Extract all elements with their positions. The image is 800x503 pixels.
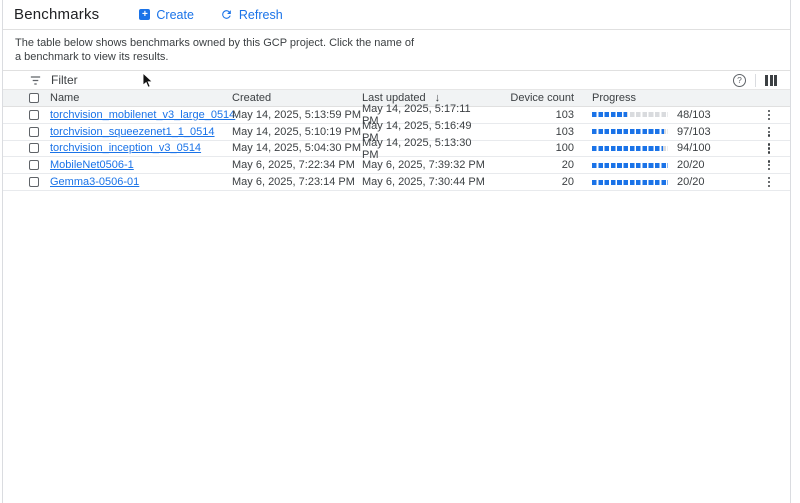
row-actions-menu-icon[interactable] — [765, 141, 773, 155]
column-header-device-count[interactable]: Device count — [486, 92, 574, 104]
row-actions-menu-icon[interactable] — [765, 108, 773, 122]
description-line-1: The table below shows benchmarks owned b… — [15, 36, 790, 50]
refresh-button-label: Refresh — [239, 8, 283, 22]
row-checkbox-cell — [3, 177, 50, 187]
row-device-count: 100 — [486, 142, 574, 154]
row-device-count: 103 — [486, 109, 574, 121]
description-line-2: a benchmark to view its results. — [15, 50, 790, 64]
progress-label: 97/103 — [677, 126, 711, 138]
filter-icon — [29, 74, 42, 87]
create-button[interactable]: + Create — [139, 8, 194, 22]
progress-bar — [592, 129, 668, 134]
plus-icon: + — [139, 9, 150, 20]
help-icon[interactable]: ? — [733, 74, 746, 87]
row-updated: May 14, 2025, 5:13:30 PM — [362, 137, 486, 161]
header-checkbox-cell — [3, 93, 50, 103]
row-device-count: 20 — [486, 176, 574, 188]
column-header-progress: Progress — [592, 92, 636, 104]
progress-label: 20/20 — [677, 159, 705, 171]
row-actions-menu-icon[interactable] — [765, 175, 773, 189]
row-progress-cell: 48/103 — [592, 109, 711, 121]
page-description: The table below shows benchmarks owned b… — [3, 30, 790, 71]
progress-label: 94/100 — [677, 142, 711, 154]
row-checkbox[interactable] — [29, 160, 39, 170]
page-header: Benchmarks + Create Refresh — [3, 0, 790, 30]
page-title: Benchmarks — [14, 6, 99, 23]
progress-label: 20/20 — [677, 176, 705, 188]
column-header-name[interactable]: Name — [50, 92, 232, 104]
benchmarks-page: Benchmarks + Create Refresh The table be… — [2, 0, 791, 503]
create-button-label: Create — [156, 8, 194, 22]
row-name-link[interactable]: MobileNet0506-1 — [50, 159, 134, 171]
row-actions-menu-icon[interactable] — [765, 125, 773, 139]
filter-button[interactable]: Filter — [29, 73, 78, 87]
row-checkbox-cell — [3, 110, 50, 120]
progress-fill — [592, 163, 668, 168]
progress-bar — [592, 180, 668, 185]
progress-fill — [592, 129, 664, 134]
refresh-icon — [220, 8, 233, 21]
row-device-count: 20 — [486, 159, 574, 171]
progress-fill — [592, 180, 668, 185]
row-checkbox-cell — [3, 127, 50, 137]
table-body: torchvision_mobilenet_v3_large_0514 May … — [3, 107, 790, 191]
row-name-link[interactable]: torchvision_squeezenet1_1_0514 — [50, 126, 215, 138]
row-name-link[interactable]: torchvision_mobilenet_v3_large_0514 — [50, 109, 235, 121]
select-all-checkbox[interactable] — [29, 93, 39, 103]
progress-bar — [592, 146, 668, 151]
help-glyph: ? — [737, 75, 742, 85]
row-created: May 14, 2025, 5:04:30 PM — [232, 142, 362, 154]
row-device-count: 103 — [486, 126, 574, 138]
row-checkbox[interactable] — [29, 127, 39, 137]
row-checkbox[interactable] — [29, 110, 39, 120]
row-created: May 6, 2025, 7:23:14 PM — [232, 176, 362, 188]
row-updated: May 6, 2025, 7:30:44 PM — [362, 176, 486, 188]
progress-label: 48/103 — [677, 109, 711, 121]
table-row: Gemma3-0506-01 May 6, 2025, 7:23:14 PM M… — [3, 174, 790, 191]
header-actions: + Create Refresh — [139, 8, 282, 22]
row-checkbox-cell — [3, 143, 50, 153]
row-created: May 14, 2025, 5:10:19 PM — [232, 126, 362, 138]
row-checkbox-cell — [3, 160, 50, 170]
column-settings-icon[interactable] — [765, 75, 777, 86]
progress-bar — [592, 112, 668, 117]
row-progress-cell: 97/103 — [592, 126, 711, 138]
progress-bar — [592, 163, 668, 168]
row-progress-cell: 20/20 — [592, 159, 705, 171]
row-progress-cell: 20/20 — [592, 176, 705, 188]
row-actions-menu-icon[interactable] — [765, 158, 773, 172]
progress-fill — [592, 112, 627, 117]
filter-toolbar: Filter ? — [3, 71, 790, 89]
row-updated: May 6, 2025, 7:39:32 PM — [362, 159, 486, 171]
row-progress-cell: 94/100 — [592, 142, 711, 154]
row-checkbox[interactable] — [29, 177, 39, 187]
row-name-link[interactable]: Gemma3-0506-01 — [50, 176, 139, 188]
row-created: May 14, 2025, 5:13:59 PM — [232, 109, 362, 121]
refresh-button[interactable]: Refresh — [220, 8, 283, 22]
table-row: torchvision_inception_v3_0514 May 14, 20… — [3, 141, 790, 158]
row-name-link[interactable]: torchvision_inception_v3_0514 — [50, 142, 201, 154]
column-header-created[interactable]: Created — [232, 92, 362, 104]
table-row: MobileNet0506-1 May 6, 2025, 7:22:34 PM … — [3, 157, 790, 174]
row-checkbox[interactable] — [29, 143, 39, 153]
row-created: May 6, 2025, 7:22:34 PM — [232, 159, 362, 171]
progress-fill — [592, 146, 663, 151]
filter-label: Filter — [51, 73, 78, 87]
toolbar-divider — [755, 74, 756, 87]
toolbar-right: ? — [733, 74, 777, 87]
